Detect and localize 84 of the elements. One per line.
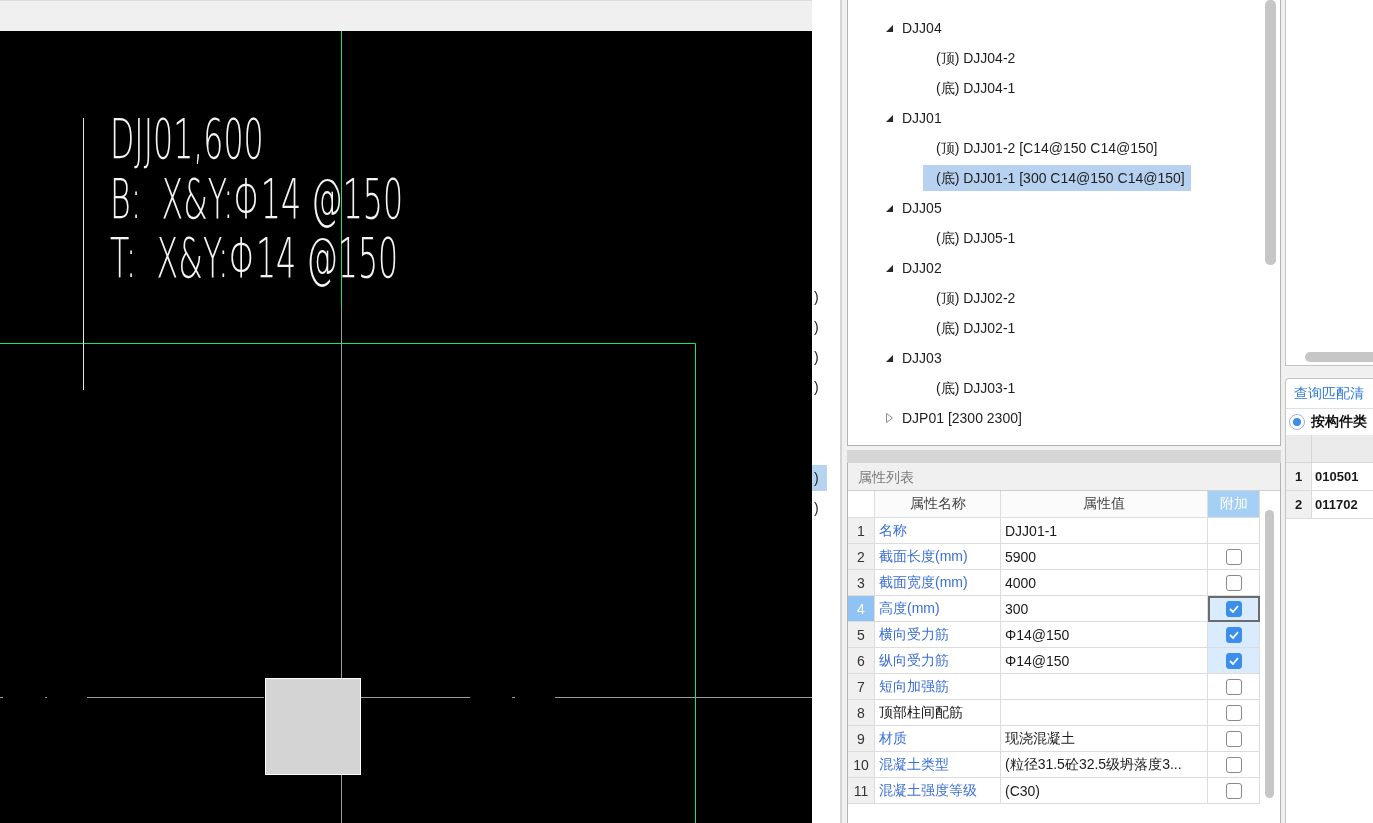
property-name: 名称 [875, 518, 1001, 544]
list-item[interactable]: ) [812, 314, 827, 340]
checkbox[interactable] [1225, 600, 1242, 617]
checkbox[interactable] [1225, 548, 1242, 565]
table-cell: 011702 [1312, 491, 1373, 519]
property-value[interactable]: 5900 [1001, 544, 1208, 570]
property-name: 材质 [875, 726, 1001, 752]
list-item[interactable]: ) [812, 495, 827, 521]
checkmark-icon [1228, 630, 1239, 639]
tree-item[interactable]: DJJ04 [889, 15, 948, 41]
property-name: 高度(mm) [875, 596, 1001, 622]
tree-item[interactable]: DJJ01 [889, 105, 948, 131]
row-number[interactable]: 1 [848, 518, 875, 544]
tree-item[interactable]: (顶) DJJ01-2 [C14@150 C14@150] [923, 135, 1164, 161]
property-name: 混凝土类型 [875, 752, 1001, 778]
tree-item[interactable]: DJJ02 [889, 255, 948, 281]
row-number[interactable]: 3 [848, 570, 875, 596]
row-number[interactable]: 2 [848, 544, 875, 570]
row-number[interactable]: 9 [848, 726, 875, 752]
property-name: 混凝土强度等级 [875, 778, 1001, 804]
list-item[interactable]: ) [812, 344, 827, 370]
checkbox[interactable] [1225, 782, 1242, 799]
checkbox[interactable] [1225, 626, 1242, 643]
property-value[interactable]: 300 [1001, 596, 1208, 622]
row-number[interactable]: 6 [848, 648, 875, 674]
scrollbar-thumb[interactable] [1265, 510, 1274, 798]
property-value[interactable]: 现浇混凝土 [1001, 726, 1208, 752]
tree-item[interactable]: (底) DJJ01-1 [300 C14@150 C14@150] [923, 165, 1191, 191]
annotation-text: DJJ01,600 [110, 106, 264, 172]
property-value[interactable]: Φ14@150 [1001, 648, 1208, 674]
tree-item[interactable]: (顶) DJJ04-2 [923, 45, 1022, 71]
caret-icon[interactable] [886, 354, 893, 362]
tree-item[interactable]: DJJ05 [889, 195, 948, 221]
property-value[interactable]: (粒径31.5砼32.5级坍落度3... [1001, 752, 1208, 778]
row-number: 1 [1286, 463, 1312, 491]
list-item[interactable]: ) [812, 284, 827, 310]
property-name: 截面长度(mm) [875, 544, 1001, 570]
property-name: 横向受力筋 [875, 622, 1001, 648]
property-value[interactable]: 4000 [1001, 570, 1208, 596]
property-value[interactable]: DJJ01-1 [1001, 518, 1208, 544]
checkbox[interactable] [1225, 574, 1242, 591]
checkbox[interactable] [1225, 704, 1242, 721]
column-header[interactable]: 属性名称 [875, 491, 1001, 518]
list-item[interactable]: ) [812, 374, 827, 400]
property-value[interactable]: (C30) [1001, 778, 1208, 804]
row-number[interactable]: 5 [848, 622, 875, 648]
caret-icon[interactable] [886, 114, 893, 122]
tree-item[interactable]: (顶) DJJ02-2 [923, 285, 1022, 311]
row-number: 2 [1286, 491, 1312, 519]
row-number[interactable]: 11 [848, 778, 875, 804]
tree-item[interactable]: (底) DJJ05-1 [923, 225, 1022, 251]
checkbox[interactable] [1225, 730, 1242, 747]
property-name: 顶部柱间配筋 [875, 700, 1001, 726]
checkbox[interactable] [1225, 678, 1242, 695]
caret-icon[interactable] [886, 264, 893, 272]
caret-icon[interactable] [886, 204, 893, 212]
tree-item[interactable]: (底) DJJ04-1 [923, 75, 1022, 101]
radio-button[interactable] [1289, 414, 1305, 430]
checkmark-icon [1228, 656, 1239, 665]
property-name: 短向加强筋 [875, 674, 1001, 700]
property-name: 纵向受力筋 [875, 648, 1001, 674]
list-item[interactable]: ) [812, 465, 827, 491]
checkbox[interactable] [1225, 652, 1242, 669]
row-number[interactable]: 10 [848, 752, 875, 778]
radio-label[interactable]: 按构件类 [1311, 413, 1367, 431]
column-header[interactable]: 属性值 [1001, 491, 1208, 518]
tree-item[interactable]: (底) DJJ02-1 [923, 315, 1022, 341]
table-cell[interactable] [1001, 674, 1208, 700]
scrollbar-thumb[interactable] [1305, 352, 1373, 362]
row-number[interactable]: 8 [848, 700, 875, 726]
panel-title: 属性列表 [848, 463, 1280, 491]
tree-item[interactable]: (底) DJJ03-1 [923, 375, 1022, 401]
table-cell[interactable] [1001, 700, 1208, 726]
tree-item[interactable]: DJP01 [2300 2300] [889, 405, 1028, 431]
property-value[interactable]: Φ14@150 [1001, 622, 1208, 648]
scrollbar-thumb[interactable] [1265, 0, 1276, 265]
checkbox[interactable] [1225, 756, 1242, 773]
tree-item[interactable]: DJJ03 [889, 345, 948, 371]
panel-tab[interactable]: 查询匹配清 [1286, 379, 1373, 409]
caret-icon[interactable] [886, 24, 893, 32]
table-cell: 010501 [1312, 463, 1373, 491]
row-number[interactable]: 7 [848, 674, 875, 700]
property-name: 截面宽度(mm) [875, 570, 1001, 596]
checkmark-icon [1228, 604, 1239, 613]
